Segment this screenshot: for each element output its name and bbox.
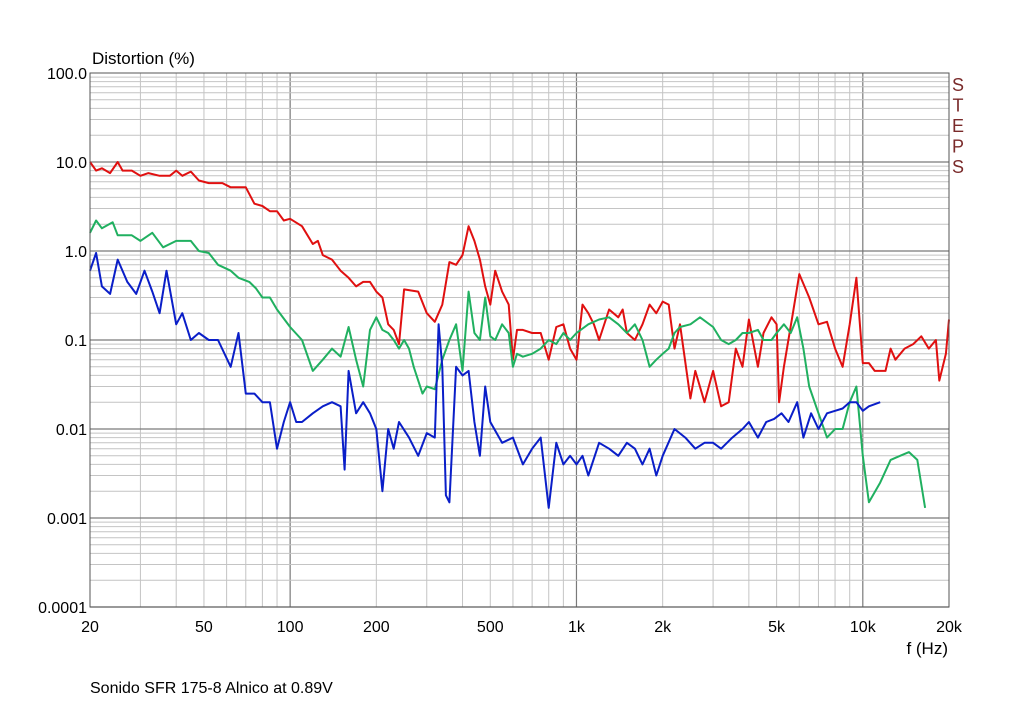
- x-tick-label: 5k: [768, 619, 786, 636]
- x-tick-label: 1k: [568, 619, 586, 636]
- y-tick-label: 100.0: [47, 66, 87, 83]
- x-tick-label: 500: [477, 619, 504, 636]
- y-tick-label: 0.001: [47, 511, 87, 528]
- x-tick-label: 100: [277, 619, 304, 636]
- y-axis-label: Distortion (%): [92, 49, 195, 68]
- x-tick-label: 20: [81, 619, 99, 636]
- y-tick-labels: 100.0 10.0 1.0 0.1 0.01 0.001 0.0001: [38, 66, 87, 617]
- y-tick-label: 1.0: [65, 244, 87, 261]
- distortion-chart: 20 50 100 200 500 1k 2k 5k 10k 20k 100.0 10.0 1.0 0.…: [38, 49, 964, 658]
- watermark-letter: T: [953, 96, 964, 116]
- x-tick-label: 10k: [850, 619, 877, 636]
- x-tick-label: 50: [195, 619, 213, 636]
- x-tick-label: 20k: [936, 619, 963, 636]
- y-tick-label: 10.0: [56, 155, 87, 172]
- x-tick-label: 2k: [654, 619, 672, 636]
- watermark-letter: P: [952, 137, 964, 157]
- series-line-3: [89, 252, 881, 509]
- y-tick-label: 0.01: [56, 422, 87, 439]
- watermark-letter: S: [952, 75, 964, 95]
- watermark-letter: S: [952, 157, 964, 177]
- steps-watermark: STEPS: [952, 75, 964, 177]
- x-tick-labels: 20 50 100 200 500 1k 2k 5k 10k 20k: [81, 619, 963, 636]
- x-tick-label: 200: [363, 619, 390, 636]
- y-tick-label: 0.0001: [38, 600, 87, 617]
- x-axis-label: f (Hz): [906, 639, 948, 658]
- series-line-1: [89, 161, 950, 408]
- y-tick-label: 0.1: [65, 333, 87, 350]
- chart-footnote: Sonido SFR 175-8 Alnico at 0.89V: [90, 680, 333, 697]
- watermark-letter: E: [952, 116, 964, 136]
